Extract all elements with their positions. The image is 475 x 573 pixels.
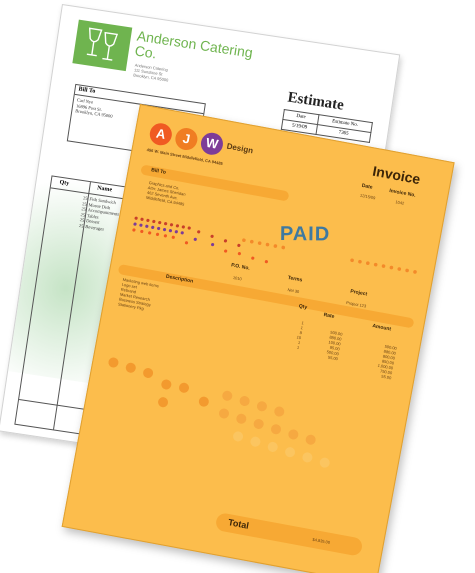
- qty-header: Qty: [59, 179, 70, 187]
- photo-stage: Anderson Catering Co. Anderson Catering …: [0, 0, 475, 573]
- item-list: Fish Sandwich Moose Dish Accompaniments …: [85, 196, 121, 233]
- description-list: Marketing web items Logo set Rebrand Mar…: [118, 277, 160, 313]
- dot-strip-orange: [132, 228, 268, 264]
- dot-strip-purple: [133, 222, 215, 247]
- catering-logo: [72, 19, 133, 72]
- name-header: Name: [96, 185, 113, 194]
- paid-stamp: PAID: [279, 223, 331, 246]
- qty-label: Qty: [298, 303, 308, 311]
- amount-column: 500.00 880.00 800.00 850.00 1,000.00 750…: [357, 340, 397, 381]
- wine-glasses-icon: [86, 27, 119, 61]
- column-divider: [53, 182, 91, 430]
- company-address: Anderson Catering 111 Sunshine St Brookl…: [133, 62, 170, 82]
- rate-column: 500.00 880.00 100.00 85.00 500.00 55.00: [310, 327, 343, 362]
- large-dot-pattern: [108, 357, 330, 468]
- qty-cell: 25: [78, 222, 84, 229]
